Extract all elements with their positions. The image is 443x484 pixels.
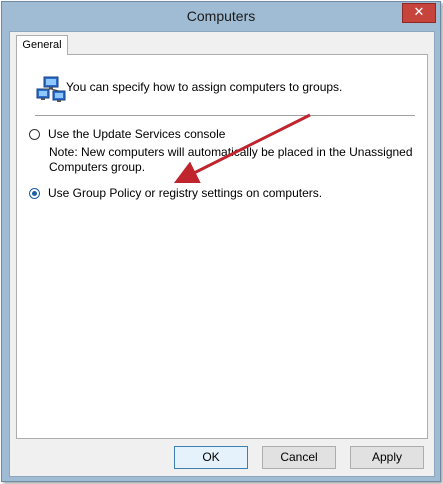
annotation-arrow <box>173 113 311 184</box>
tab-general[interactable]: General <box>16 35 68 55</box>
